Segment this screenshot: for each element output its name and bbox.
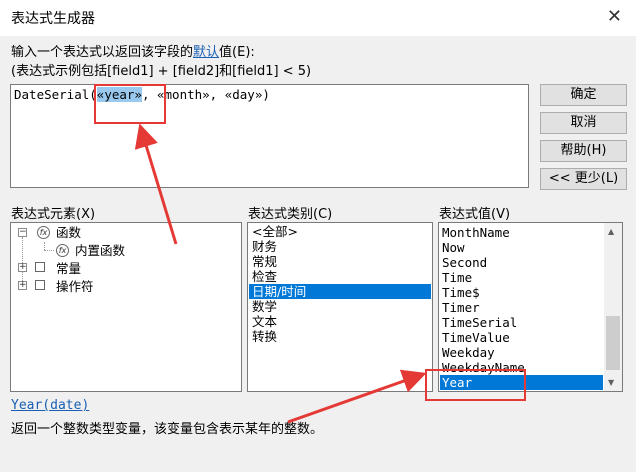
- annotation-arrows: [134, 123, 427, 424]
- annotation-arrow-up: [134, 123, 178, 245]
- annotation-arrow-right: [287, 369, 427, 424]
